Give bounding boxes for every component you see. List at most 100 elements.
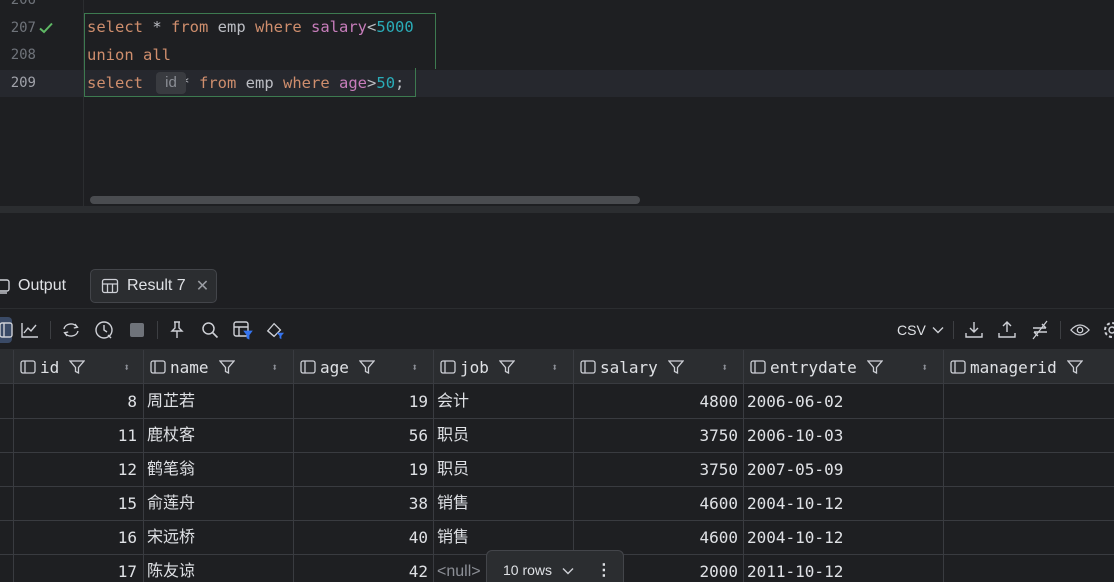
cell-age[interactable]: 38 xyxy=(294,487,428,520)
sort-icon[interactable]: ⬍ xyxy=(123,361,130,374)
settings-icon[interactable] xyxy=(1102,320,1114,340)
download-icon[interactable] xyxy=(964,320,984,340)
cell-id[interactable]: 8 xyxy=(14,385,137,418)
table-row[interactable]: 15 俞莲舟 38 销售 4600 2004-10-12 xyxy=(0,487,1114,521)
cell-age[interactable]: 40 xyxy=(294,521,428,554)
cell-job[interactable]: 销售 xyxy=(437,487,567,520)
cell-salary[interactable]: 4600 xyxy=(574,487,738,520)
cell-age[interactable]: 19 xyxy=(294,385,428,418)
cell-entrydate[interactable]: 2004-10-12 xyxy=(747,487,937,520)
cell-managerid[interactable] xyxy=(947,487,1107,520)
sort-icon[interactable]: ⬍ xyxy=(551,361,558,374)
cell-salary[interactable]: 3750 xyxy=(574,419,738,452)
cell-entrydate[interactable]: 2011-10-12 xyxy=(747,555,937,582)
stop-icon[interactable] xyxy=(127,320,147,340)
code-token: > xyxy=(367,74,377,92)
cell-id[interactable]: 15 xyxy=(14,487,137,520)
column-header-entrydate[interactable]: entrydate ⬍ xyxy=(750,350,928,384)
more-options-icon[interactable]: ⋮ xyxy=(596,560,612,580)
cell-id[interactable]: 12 xyxy=(14,453,137,486)
cell-job[interactable]: 职员 xyxy=(437,419,567,452)
cell-job[interactable]: 职员 xyxy=(437,453,567,486)
cell-id[interactable]: 16 xyxy=(14,521,137,554)
checkmark-icon xyxy=(39,22,53,34)
filter-funnel-icon[interactable] xyxy=(358,359,375,375)
tab-result-7[interactable]: Result 7 ✕ xyxy=(90,269,217,303)
cell-name[interactable]: 鹤笔翁 xyxy=(147,453,287,486)
cell-managerid[interactable] xyxy=(947,453,1107,486)
cell-id[interactable]: 11 xyxy=(14,419,137,452)
pin-icon[interactable] xyxy=(167,320,187,340)
cell-age[interactable]: 42 xyxy=(294,555,428,582)
cell-salary[interactable]: 3750 xyxy=(574,453,738,486)
code-line[interactable]: select * from emp where age>50; xyxy=(87,74,404,92)
chevron-down-icon xyxy=(562,568,574,575)
column-header-label: managerid xyxy=(970,357,1057,377)
upload-icon[interactable] xyxy=(997,320,1017,340)
cell-managerid[interactable] xyxy=(947,385,1107,418)
cell-entrydate[interactable]: 2006-10-03 xyxy=(747,419,937,452)
toolbar-separator xyxy=(1060,321,1061,339)
column-header-name[interactable]: name ⬍ xyxy=(150,350,278,384)
table-row[interactable]: 11 鹿杖客 56 职员 3750 2006-10-03 xyxy=(0,419,1114,453)
cell-managerid[interactable] xyxy=(947,419,1107,452)
column-header-age[interactable]: age ⬍ xyxy=(300,350,418,384)
code-token: from xyxy=(171,18,209,36)
sort-icon[interactable]: ⬍ xyxy=(271,361,278,374)
chart-view-icon[interactable] xyxy=(20,320,40,340)
cell-managerid[interactable] xyxy=(947,555,1107,582)
row-count-selector[interactable]: 10 rows xyxy=(503,562,574,578)
filter-funnel-icon[interactable] xyxy=(69,359,86,375)
table-view-icon[interactable] xyxy=(0,320,16,340)
filter-icon[interactable] xyxy=(233,320,253,340)
filter-funnel-icon[interactable] xyxy=(667,359,684,375)
filter-funnel-icon[interactable] xyxy=(218,359,235,375)
cell-name[interactable]: 鹿杖客 xyxy=(147,419,287,452)
panel-splitter[interactable] xyxy=(0,206,1114,213)
code-token: < xyxy=(367,18,377,36)
tab-output[interactable]: Output xyxy=(0,269,66,303)
cell-salary[interactable]: 4800 xyxy=(574,385,738,418)
cell-age[interactable]: 56 xyxy=(294,419,428,452)
sort-icon[interactable]: ⬍ xyxy=(411,361,418,374)
search-icon[interactable] xyxy=(200,320,220,340)
cell-entrydate[interactable]: 2004-10-12 xyxy=(747,521,937,554)
cell-job[interactable]: 会计 xyxy=(437,385,567,418)
column-header-id[interactable]: id ⬍ xyxy=(20,350,130,384)
sort-icon[interactable]: ⬍ xyxy=(721,361,728,374)
close-icon[interactable]: ✕ xyxy=(196,276,209,296)
cell-age[interactable]: 19 xyxy=(294,453,428,486)
line-number: 207 xyxy=(10,20,36,36)
sql-editor[interactable]: 206 207 208 209 select * from emp where … xyxy=(0,0,1114,206)
cell-managerid[interactable] xyxy=(947,521,1107,554)
column-header-job[interactable]: job ⬍ xyxy=(440,350,558,384)
cell-entrydate[interactable]: 2006-06-02 xyxy=(747,385,937,418)
export-format-select[interactable]: CSV xyxy=(897,320,944,340)
table-row[interactable]: 12 鹤笔翁 19 职员 3750 2007-05-09 xyxy=(0,453,1114,487)
filter-funnel-icon[interactable] xyxy=(1066,359,1083,375)
cell-name[interactable]: 俞莲舟 xyxy=(147,487,287,520)
history-icon[interactable] xyxy=(94,320,114,340)
cell-entrydate[interactable]: 2007-05-09 xyxy=(747,453,937,486)
sort-icon[interactable]: ⬍ xyxy=(921,361,928,374)
filter-funnel-icon[interactable] xyxy=(498,359,515,375)
horizontal-scrollbar[interactable] xyxy=(90,196,640,204)
cell-name[interactable]: 陈友谅 xyxy=(147,555,287,582)
compare-icon[interactable] xyxy=(1030,320,1050,340)
clear-icon[interactable] xyxy=(265,320,285,340)
code-line[interactable]: select * from emp where salary<5000 xyxy=(87,18,414,36)
filter-funnel-icon[interactable] xyxy=(866,359,883,375)
results-toolbar: CSV xyxy=(0,310,1114,350)
column-header-managerid[interactable]: managerid xyxy=(950,350,1114,384)
view-icon[interactable] xyxy=(1070,320,1090,340)
column-header-salary[interactable]: salary ⬍ xyxy=(580,350,728,384)
line-number: 206 xyxy=(10,0,36,8)
table-row[interactable]: 8 周芷若 19 会计 4800 2006-06-02 xyxy=(0,385,1114,419)
cell-name[interactable]: 宋远桥 xyxy=(147,521,287,554)
code-line[interactable]: union all xyxy=(87,46,171,64)
code-token: where xyxy=(283,74,330,92)
cell-id[interactable]: 17 xyxy=(14,555,137,582)
cell-name[interactable]: 周芷若 xyxy=(147,385,287,418)
refresh-icon[interactable] xyxy=(61,320,81,340)
